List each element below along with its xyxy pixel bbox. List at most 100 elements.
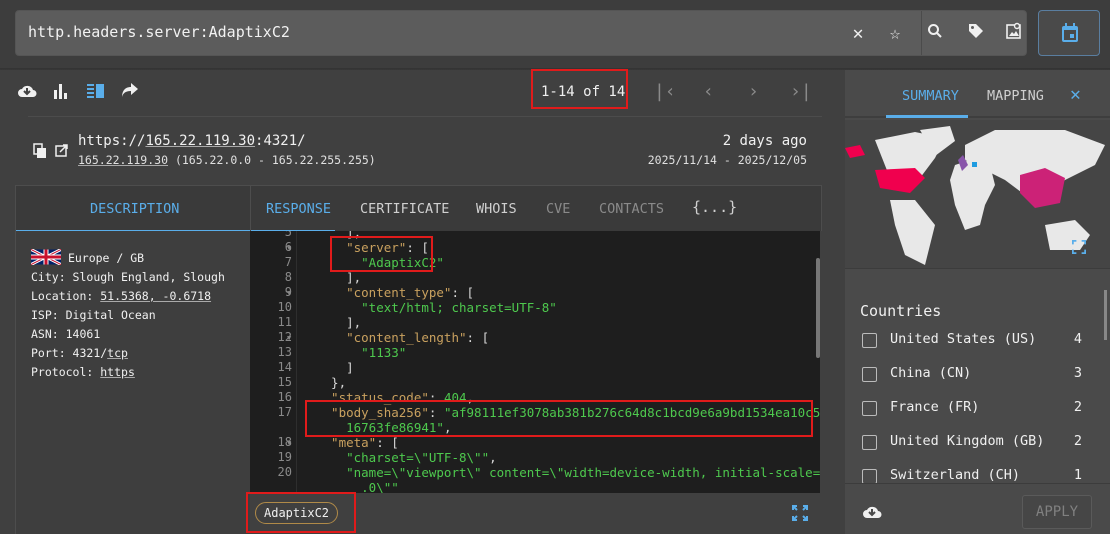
- tab-summary[interactable]: SUMMARY: [902, 88, 959, 104]
- country-filter-item[interactable]: China (CN) 3: [862, 365, 1082, 385]
- annotation-box: [305, 400, 813, 437]
- bar-chart-icon[interactable]: [51, 82, 71, 102]
- country-count: 2: [1073, 433, 1082, 449]
- fold-toggle-icon[interactable]: ▼: [287, 289, 291, 297]
- code-token: ],: [316, 270, 362, 285]
- tab-json[interactable]: {...}: [692, 198, 737, 216]
- tab-response[interactable]: RESPONSE: [266, 201, 331, 217]
- code-line: "content_type": [: [316, 285, 474, 300]
- annotation-box: [330, 236, 433, 272]
- code-scrollbar[interactable]: [816, 258, 820, 358]
- url-ip-link[interactable]: 165.22.119.30: [145, 133, 255, 149]
- cloud-download-icon[interactable]: [17, 82, 37, 102]
- country-name: United States (US): [890, 331, 1037, 347]
- tab-whois[interactable]: WHOIS: [476, 201, 517, 217]
- country-filter-item[interactable]: France (FR) 2: [862, 399, 1082, 419]
- fold-toggle-icon[interactable]: ▼: [287, 244, 291, 252]
- open-external-icon[interactable]: [55, 144, 68, 161]
- cloud-download-icon[interactable]: [862, 503, 882, 523]
- line-number: 10: [277, 300, 292, 314]
- country-name: Switzerland (CH): [890, 467, 1021, 483]
- close-icon[interactable]: ✕: [1070, 84, 1081, 105]
- apply-button[interactable]: APPLY: [1022, 495, 1092, 529]
- fullscreen-icon[interactable]: [792, 505, 808, 525]
- tab-mapping[interactable]: MAPPING: [987, 88, 1044, 104]
- uk-flag-icon: [30, 248, 62, 266]
- country-count: 1: [1073, 467, 1082, 483]
- map-alaska: [845, 145, 865, 158]
- date-range-button[interactable]: [1038, 10, 1100, 56]
- line-number: 9: [284, 285, 292, 299]
- checkbox[interactable]: [862, 401, 877, 416]
- close-icon[interactable]: ✕: [846, 22, 870, 46]
- prev-page-icon[interactable]: ‹: [703, 81, 714, 102]
- tab-contacts[interactable]: CONTACTS: [599, 201, 664, 217]
- map-us: [875, 168, 925, 193]
- search-input[interactable]: [28, 23, 808, 41]
- location-link[interactable]: 51.5368, -0.6718: [100, 289, 211, 303]
- protocol-link[interactable]: https: [100, 365, 135, 379]
- map-fullscreen-icon[interactable]: [1072, 240, 1086, 258]
- code-token: ],: [316, 315, 362, 330]
- location: Location: 51.5368, -0.6718: [31, 289, 212, 303]
- code-line: "content_length": [: [316, 330, 489, 345]
- search-icon[interactable]: [923, 22, 947, 46]
- code-token: ]: [316, 360, 354, 375]
- code-token: : [: [376, 435, 399, 450]
- line-number: 16: [277, 390, 292, 404]
- code-token: "name=\"viewport\" content=\"width=devic…: [316, 465, 820, 480]
- code-token: : [: [466, 330, 490, 345]
- last-page-icon[interactable]: ›|: [790, 81, 812, 102]
- checkbox[interactable]: [862, 469, 877, 484]
- code-token: : [: [451, 285, 475, 300]
- line-number: 13: [277, 345, 292, 359]
- search-bar: ✕ ☆: [15, 10, 1027, 56]
- ip-link[interactable]: 165.22.119.30: [78, 153, 168, 167]
- line-number: 17: [277, 405, 292, 419]
- line-number: 6: [284, 240, 292, 254]
- line-number: 15: [277, 375, 292, 389]
- fold-toggle-icon[interactable]: ▼: [287, 334, 291, 342]
- fold-toggle-icon[interactable]: ▼: [287, 439, 291, 447]
- country-name: United Kingdom (GB): [890, 433, 1045, 449]
- result-url[interactable]: https://165.22.119.30:4321/: [78, 133, 306, 149]
- checkbox[interactable]: [862, 367, 877, 382]
- tab-certificate[interactable]: CERTIFICATE: [360, 201, 449, 217]
- next-page-icon[interactable]: ›: [748, 81, 759, 102]
- divider: [28, 116, 822, 117]
- date-range: 2025/11/14 - 2025/12/05: [647, 153, 807, 167]
- line-number: 18: [277, 435, 292, 449]
- copy-icon[interactable]: [33, 143, 47, 163]
- code-line: "text/html; charset=UTF-8": [316, 300, 557, 315]
- country-filter-item[interactable]: Switzerland (CH) 1: [862, 467, 1082, 487]
- world-map[interactable]: [845, 120, 1110, 268]
- tab-description[interactable]: DESCRIPTION: [90, 201, 179, 217]
- code-token: "meta": [316, 435, 377, 450]
- country-filter-item[interactable]: United Kingdom (GB) 2: [862, 433, 1082, 453]
- checkbox[interactable]: [862, 435, 877, 450]
- code-line: "1133": [316, 345, 406, 360]
- map-switzerland: [972, 162, 977, 167]
- countries-scrollbar[interactable]: [1104, 290, 1107, 340]
- star-icon[interactable]: ☆: [883, 22, 907, 46]
- port-proto-link[interactable]: tcp: [107, 346, 128, 360]
- first-page-icon[interactable]: |‹: [654, 81, 676, 102]
- tab-cve[interactable]: CVE: [546, 201, 570, 217]
- list-view-icon[interactable]: [86, 82, 106, 102]
- code-token: "1133": [316, 345, 407, 360]
- line-number: 19: [277, 450, 292, 464]
- calendar-icon: [1062, 23, 1078, 42]
- image-search-icon[interactable]: [1002, 22, 1026, 46]
- country-filter-item[interactable]: United States (US) 4: [862, 331, 1082, 351]
- annotation-box: [531, 69, 628, 109]
- port: Port: 4321/tcp: [31, 346, 128, 360]
- line-number: 7: [284, 255, 292, 269]
- checkbox[interactable]: [862, 333, 877, 348]
- share-icon[interactable]: [120, 82, 140, 102]
- tag-icon[interactable]: [964, 22, 988, 46]
- code-token: ,: [489, 450, 497, 465]
- country-count: 2: [1073, 399, 1082, 415]
- countries-title: Countries: [860, 302, 942, 320]
- code-token: "text/html; charset=UTF-8": [316, 300, 557, 315]
- country-name: China (CN): [890, 365, 972, 381]
